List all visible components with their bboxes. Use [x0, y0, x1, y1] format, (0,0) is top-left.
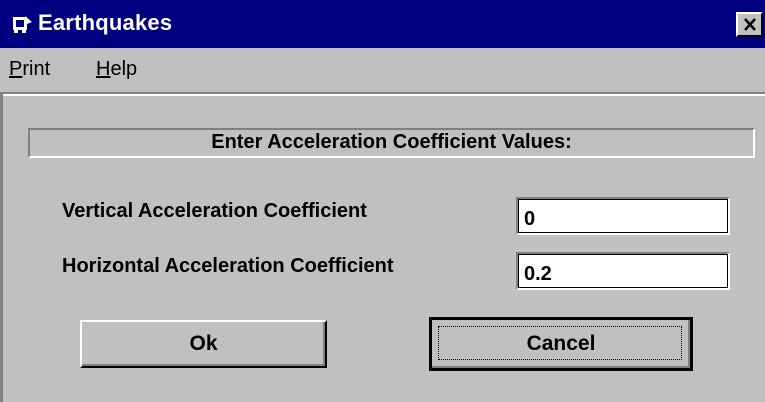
window-border — [0, 94, 3, 402]
ok-button-label: Ok — [189, 332, 218, 355]
header-label: Enter Acceleration Coefficient Values: — [211, 131, 572, 153]
app-icon[interactable] — [11, 14, 33, 34]
close-icon — [743, 18, 756, 31]
horizontal-coefficient-label: Horizontal Acceleration Coefficient — [62, 255, 394, 277]
ok-button[interactable]: Ok — [80, 320, 327, 368]
menu-print-accelerator: P — [9, 58, 23, 80]
earthquakes-dialog: Earthquakes Print Help Enter Acceleratio… — [0, 0, 765, 402]
title-bar[interactable]: Earthquakes — [0, 0, 765, 48]
vertical-coefficient-label: Vertical Acceleration Coefficient — [62, 200, 367, 222]
horizontal-coefficient-input[interactable] — [516, 252, 730, 290]
close-button[interactable] — [736, 12, 763, 37]
vertical-coefficient-input[interactable] — [516, 197, 730, 235]
window-title: Earthquakes — [38, 10, 173, 35]
menu-print-label: rint — [22, 58, 51, 80]
cancel-button[interactable]: Cancel — [429, 317, 693, 371]
menu-help-label: elp — [110, 58, 138, 80]
menu-bar: Print Help — [0, 48, 765, 94]
menu-help-accelerator: H — [96, 58, 111, 80]
cancel-button-label: Cancel — [526, 332, 596, 355]
header-panel: Enter Acceleration Coefficient Values: — [28, 128, 755, 158]
menu-help[interactable]: Help — [96, 58, 137, 81]
menu-print[interactable]: Print — [9, 58, 50, 81]
